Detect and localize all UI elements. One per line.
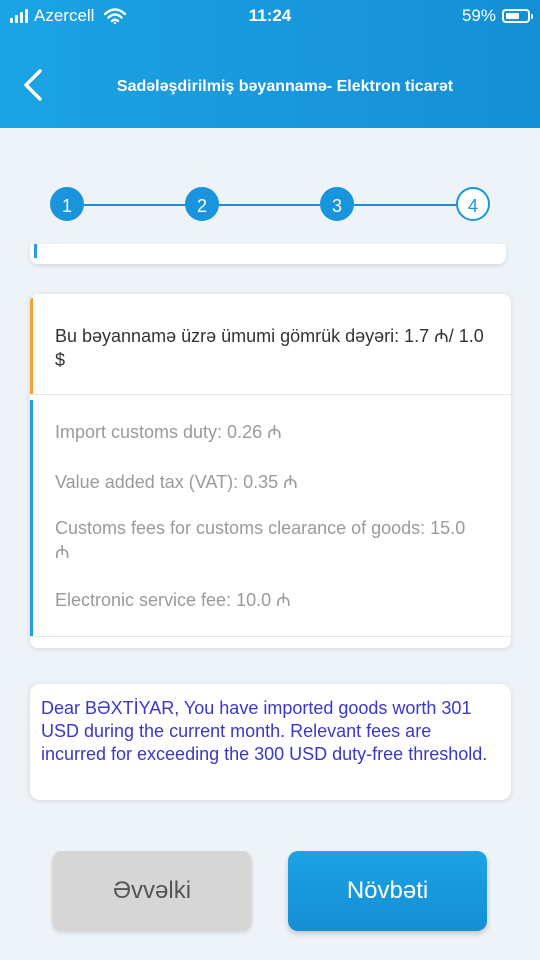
battery-percent: 59%	[461, 6, 496, 25]
clock: 11:24	[248, 6, 292, 25]
previous-card-edge	[30, 244, 506, 264]
total-value-section: Bu bəyannamə üzrə ümumi gömrük dəyəri: 1…	[30, 294, 511, 395]
step-2[interactable]: 2	[185, 187, 219, 221]
customs-summary-card: Bu bəyannamə üzrə ümumi gömrük dəyəri: 1…	[30, 294, 511, 648]
total-customs-value: Bu bəyannamə üzrə ümumi gömrük dəyəri: 1…	[55, 326, 484, 370]
app-header: Azercell 11:24 59% Sadələşdirilmiş bəyan…	[0, 0, 540, 128]
total-accent-bar	[30, 298, 33, 394]
duty-notice-text: Dear BƏXTİYAR, You have imported goods w…	[41, 698, 488, 764]
battery-icon	[502, 9, 533, 23]
status-right: 59%	[461, 6, 533, 26]
page-title: Sadələşdirilmiş bəyannamə- Elektron tica…	[116, 78, 454, 95]
step-4[interactable]: 4	[456, 187, 490, 221]
vat-item: Value added tax (VAT): 0.35 ₼	[55, 472, 298, 492]
customs-fees-item: Customs fees for customs clearance of go…	[55, 518, 466, 562]
breakdown-accent-bar	[30, 400, 33, 636]
previous-button[interactable]: Əvvəlki	[52, 851, 252, 931]
step-3[interactable]: 3	[320, 187, 354, 221]
stepper-line	[84, 204, 456, 206]
step-1[interactable]: 1	[50, 187, 84, 221]
import-duty-item: Import customs duty: 0.26 ₼	[55, 422, 282, 442]
duty-notice-card: Dear BƏXTİYAR, You have imported goods w…	[30, 684, 511, 800]
electronic-fee-item: Electronic service fee: 10.0 ₼	[55, 590, 291, 610]
status-bar: Azercell 11:24 59%	[0, 0, 540, 32]
next-button[interactable]: Növbəti	[288, 851, 487, 931]
fees-breakdown: Import customs duty: 0.26 ₼ Value added …	[30, 400, 511, 637]
progress-stepper: 1 2 3 4	[50, 187, 490, 223]
